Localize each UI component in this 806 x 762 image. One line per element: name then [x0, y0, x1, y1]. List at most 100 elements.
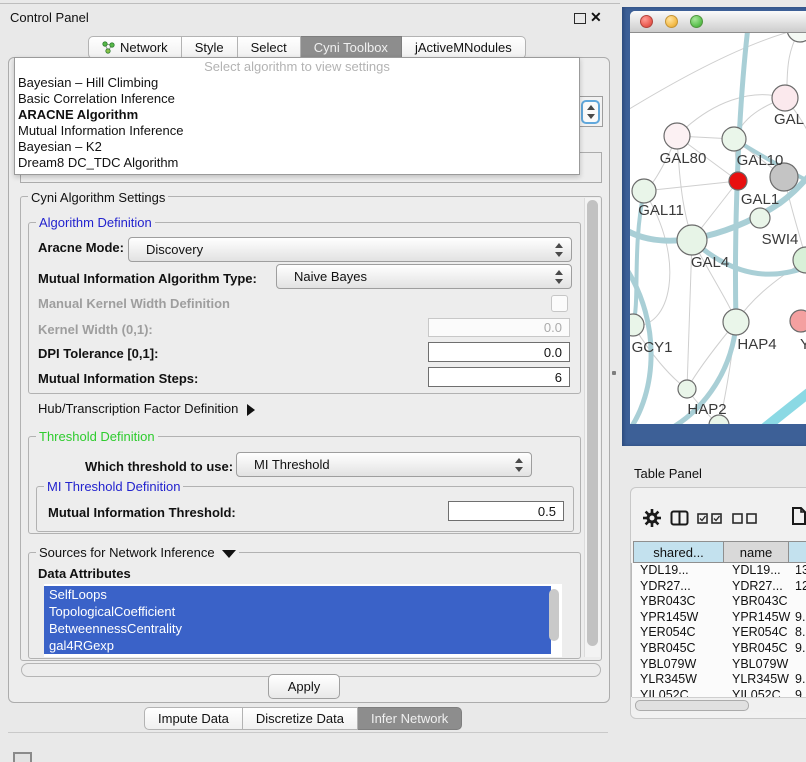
- cyni-bottom-tabbar: Impute Data Discretize Data Infer Networ…: [144, 707, 462, 730]
- minimized-panel-icon[interactable]: [13, 752, 32, 762]
- popup-item-basic-correlation[interactable]: Basic Correlation Inference: [15, 91, 579, 107]
- split-columns-icon[interactable]: [670, 510, 689, 526]
- column-header-partial[interactable]: [789, 541, 806, 563]
- network-graph: GAL GAL80 GAL10 GAL1 GAL11 SWI4 GAL4 GCY…: [630, 33, 806, 424]
- network-view-frame: GAL GAL80 GAL10 GAL1 GAL11 SWI4 GAL4 GCY…: [622, 7, 806, 446]
- apply-button[interactable]: Apply: [268, 674, 340, 699]
- minimize-traffic-light-icon[interactable]: [665, 15, 678, 28]
- gear-icon[interactable]: [643, 509, 661, 527]
- popup-item-aracne[interactable]: ARACNE Algorithm: [15, 107, 579, 123]
- table-row[interactable]: YDR27... YDR27... 12: [632, 579, 806, 595]
- node-swi4[interactable]: [750, 208, 770, 228]
- mi-threshold-group-title: MI Threshold Definition: [44, 479, 183, 494]
- tab-style[interactable]: Style: [182, 36, 238, 59]
- list-vscroll-thumb[interactable]: [549, 589, 559, 641]
- node-salmon[interactable]: [790, 310, 806, 332]
- control-panel-title: Control Panel: [10, 10, 89, 25]
- combo-arrows-icon: [515, 458, 523, 472]
- dpi-tolerance-label: DPI Tolerance [0,1]:: [38, 346, 158, 361]
- mi-threshold-field[interactable]: 0.5: [448, 501, 564, 521]
- dock-bottom-edge: [8, 732, 608, 733]
- node-hap4[interactable]: [723, 309, 749, 335]
- tab-impute-data[interactable]: Impute Data: [144, 707, 243, 730]
- algorithm-combo-fragment[interactable]: [578, 96, 603, 127]
- label-hap2: HAP2: [687, 401, 726, 418]
- float-window-icon[interactable]: [574, 13, 586, 24]
- table-row[interactable]: YBR045C YBR045C 9.: [632, 641, 806, 657]
- table-row[interactable]: YIL052C YIL052C 9: [632, 688, 806, 697]
- node-gal10[interactable]: [722, 127, 746, 151]
- node-top-partial[interactable]: [787, 33, 806, 42]
- tab-network[interactable]: Network: [88, 36, 182, 59]
- network-window-titlebar[interactable]: [630, 11, 806, 33]
- mi-algorithm-type-combo[interactable]: Naive Bayes: [276, 264, 572, 289]
- table-row[interactable]: YBR043C YBR043C: [632, 594, 806, 610]
- manual-kernel-width-checkbox[interactable]: [551, 295, 568, 312]
- threshold-definition-title: Threshold Definition: [36, 429, 158, 444]
- popup-item-mutual-info[interactable]: Mutual Information Inference: [15, 123, 579, 139]
- graph-nodes: [630, 33, 806, 424]
- column-header-shared-name[interactable]: shared...: [633, 541, 724, 563]
- mi-steps-label: Mutual Information Steps:: [38, 371, 198, 386]
- kernel-width-field[interactable]: 0.0: [428, 318, 570, 337]
- cyni-algorithm-settings-title: Cyni Algorithm Settings: [28, 190, 168, 205]
- tab-select[interactable]: Select: [238, 36, 301, 59]
- kernel-width-label: Kernel Width (0,1):: [38, 322, 153, 337]
- algorithm-definition-title: Algorithm Definition: [36, 215, 155, 230]
- close-traffic-light-icon[interactable]: [640, 15, 653, 28]
- table-hscroll-thumb[interactable]: [635, 700, 749, 711]
- settings-vscroll-thumb[interactable]: [587, 200, 598, 646]
- table-row[interactable]: YER054C YER054C 8.: [632, 625, 806, 641]
- tab-discretize-data[interactable]: Discretize Data: [243, 707, 358, 730]
- tab-cyni-toolbox[interactable]: Cyni Toolbox: [301, 36, 402, 59]
- label-gal80: GAL80: [660, 150, 707, 167]
- node-gcy1[interactable]: [630, 314, 644, 336]
- popup-item-bayesian-k2[interactable]: Bayesian – K2: [15, 139, 579, 155]
- data-attributes-label: Data Attributes: [38, 566, 131, 581]
- node-gal11[interactable]: [632, 179, 656, 203]
- node-gal-partial[interactable]: [772, 85, 798, 111]
- table-panel-title: Table Panel: [634, 466, 702, 481]
- table-row[interactable]: YLR345W YLR345W 9.: [632, 672, 806, 688]
- mi-steps-field[interactable]: 6: [428, 367, 570, 387]
- list-item-gal4rgexp[interactable]: gal4RGexp: [44, 637, 551, 654]
- node-gal1-red[interactable]: [729, 172, 747, 190]
- node-gal80[interactable]: [664, 123, 690, 149]
- combo-arrows-icon: [555, 270, 563, 284]
- algorithm-dropdown-popup: Select algorithm to view settings Bayesi…: [14, 57, 580, 175]
- manual-kernel-width-label: Manual Kernel Width Definition: [38, 296, 230, 311]
- dpi-tolerance-field[interactable]: 0.0: [428, 342, 570, 362]
- checked-columns-icon[interactable]: [697, 513, 724, 524]
- label-gal: GAL: [774, 111, 804, 128]
- column-header-name[interactable]: name: [724, 541, 789, 563]
- tab-jactivemnodules[interactable]: jActiveMNodules: [402, 36, 526, 59]
- node-gal4[interactable]: [677, 225, 707, 255]
- unchecked-columns-icon[interactable]: [732, 513, 759, 524]
- control-panel-tabbar: Network Style Select Cyni Toolbox jActiv…: [88, 36, 526, 59]
- network-canvas[interactable]: GAL GAL80 GAL10 GAL1 GAL11 SWI4 GAL4 GCY…: [630, 33, 806, 424]
- table-row[interactable]: YBL079W YBL079W: [632, 657, 806, 673]
- combo-stepper-focused[interactable]: [581, 100, 600, 124]
- panel-resize-handle[interactable]: [612, 371, 616, 375]
- list-item-betweenness[interactable]: BetweennessCentrality: [44, 620, 551, 637]
- hub-definition-toggle[interactable]: Hub/Transcription Factor Definition: [38, 401, 255, 416]
- window-top-border: [0, 3, 620, 4]
- list-item-selfloops[interactable]: SelfLoops: [44, 586, 551, 603]
- settings-vertical-scrollbar[interactable]: [584, 198, 600, 657]
- export-table-icon[interactable]: [791, 506, 806, 526]
- table-row[interactable]: YDL19... YDL19... 13: [632, 563, 806, 579]
- popup-item-bayesian-hill[interactable]: Bayesian – Hill Climbing: [15, 75, 579, 91]
- zoom-traffic-light-icon[interactable]: [690, 15, 703, 28]
- list-item-topological[interactable]: TopologicalCoefficient: [44, 603, 551, 620]
- node-hap2[interactable]: [678, 380, 696, 398]
- tab-infer-network[interactable]: Infer Network: [358, 707, 462, 730]
- screenshot-root: Control Panel ✕ Network Style Select Cyn…: [0, 0, 806, 762]
- sources-group-title[interactable]: Sources for Network Inference: [36, 545, 239, 560]
- popup-item-dream8[interactable]: Dream8 DC_TDC Algorithm: [15, 155, 579, 171]
- collapse-down-icon: [222, 550, 236, 558]
- which-threshold-combo[interactable]: MI Threshold: [236, 452, 532, 477]
- aracne-mode-combo[interactable]: Discovery: [128, 237, 572, 262]
- table-row[interactable]: YPR145W YPR145W 9.: [632, 610, 806, 626]
- table-horizontal-scrollbar[interactable]: [632, 697, 806, 712]
- close-icon[interactable]: ✕: [590, 9, 602, 26]
